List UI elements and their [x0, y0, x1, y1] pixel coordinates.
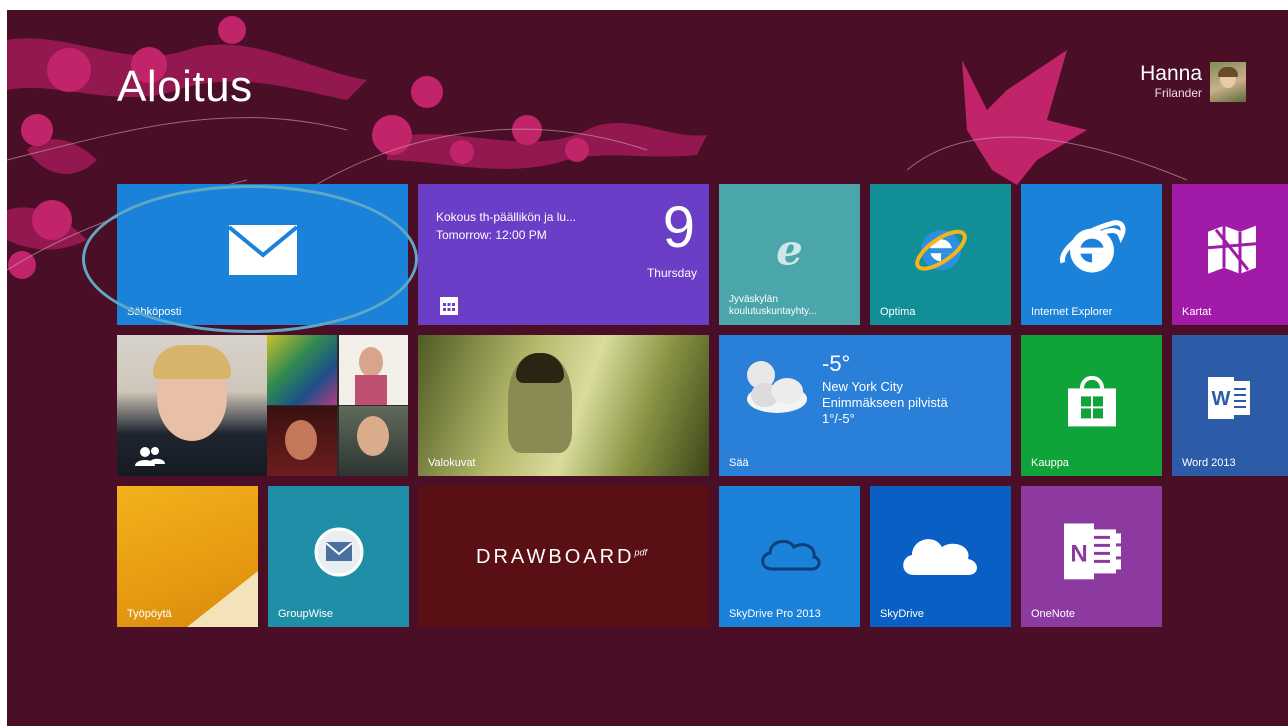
people-photo-man — [339, 406, 408, 476]
weather-range: 1°/-5° — [822, 411, 855, 426]
tile-label: Optima — [880, 306, 916, 318]
avatar[interactable] — [1210, 62, 1246, 102]
tile-label: Kartat — [1182, 306, 1212, 318]
people-photo-graffiti — [267, 335, 337, 405]
tile-weather[interactable]: -5° New York City Enimmäkseen pilvistä 1… — [719, 335, 1011, 476]
onenote-icon: N — [1063, 522, 1121, 579]
tile-label: Sää — [729, 457, 749, 469]
weather-city: New York City — [822, 379, 903, 394]
drawboard-logo-suffix: pdf — [634, 547, 647, 558]
tile-kartat[interactable]: Kartat — [1172, 184, 1288, 325]
photo-person — [508, 353, 572, 453]
cloud-sun-icon — [747, 361, 807, 413]
tile-jyvaskyla[interactable]: e Jyväskylän koulutuskuntayhty... — [719, 184, 860, 325]
weather-condition: Enimmäkseen pilvistä — [822, 395, 948, 410]
weather-temp: -5° — [822, 351, 851, 376]
tile-onenote[interactable]: N OneNote — [1021, 486, 1162, 627]
calendar-time: Tomorrow: 12:00 PM — [436, 228, 547, 242]
tile-optima[interactable]: Optima — [870, 184, 1011, 325]
calendar-event: Kokous th-päällikön ja lu... — [436, 210, 577, 224]
tile-skydrive[interactable]: SkyDrive — [870, 486, 1011, 627]
tile-people[interactable] — [117, 335, 408, 476]
ie-icon — [1059, 219, 1125, 273]
map-icon — [1207, 225, 1257, 274]
tile-mail[interactable]: Sähköposti — [117, 184, 408, 325]
tile-photos[interactable]: Valokuvat — [418, 335, 709, 476]
calendar-icon — [440, 297, 458, 315]
tile-label: GroupWise — [278, 608, 334, 620]
start-screen: Aloitus Hanna Frilander Sähköposti Kokou… — [7, 10, 1288, 726]
tile-word[interactable]: W Word 2013 — [1172, 335, 1288, 476]
user-account[interactable]: Hanna Frilander — [1140, 62, 1246, 102]
people-photo-woman — [339, 335, 408, 405]
tile-label: SkyDrive Pro 2013 — [729, 608, 821, 620]
skydrive-icon — [902, 538, 977, 575]
user-first-name: Hanna — [1140, 62, 1202, 85]
tile-internet-explorer[interactable]: Internet Explorer — [1021, 184, 1162, 325]
drawboard-logo-text: DRAWBOARD — [476, 546, 635, 568]
store-icon — [1067, 375, 1116, 426]
calendar-day-number: 9 — [662, 195, 695, 260]
calendar-weekday: Thursday — [646, 266, 697, 280]
tile-kauppa[interactable]: Kauppa — [1021, 335, 1162, 476]
tile-label: Valokuvat — [428, 457, 476, 469]
tile-label: Jyväskylän koulutuskuntayhty... — [729, 294, 817, 317]
svg-text:W: W — [1212, 388, 1231, 410]
mail-icon — [228, 224, 297, 275]
groupwise-icon — [314, 527, 363, 576]
word-icon: W — [1208, 377, 1250, 419]
tile-label: Word 2013 — [1182, 457, 1236, 469]
tile-drawboard[interactable]: DRAWBOARDpdf — [418, 486, 709, 627]
tile-label: OneNote — [1031, 608, 1076, 620]
tile-label: Työpöytä — [127, 608, 172, 620]
tile-groupwise[interactable]: GroupWise — [268, 486, 409, 627]
tile-calendar[interactable]: Kokous th-päällikön ja lu... Tomorrow: 1… — [418, 184, 709, 325]
desktop-wallpaper-shape — [187, 571, 258, 627]
ie-icon: e — [776, 225, 803, 275]
user-last-name: Frilander — [1154, 86, 1202, 100]
tile-label: SkyDrive — [880, 608, 925, 620]
ie-icon — [914, 229, 967, 271]
tile-label: Sähköposti — [127, 306, 182, 318]
tile-desktop[interactable]: Työpöytä — [117, 486, 258, 627]
drawboard-logo: DRAWBOARDpdf — [476, 546, 647, 569]
svg-text:N: N — [1070, 540, 1087, 567]
tile-label: Internet Explorer — [1031, 306, 1113, 318]
skydrive-icon — [760, 539, 820, 570]
page-title: Aloitus — [117, 62, 253, 111]
people-photo-red — [267, 406, 337, 476]
people-icon — [135, 447, 165, 466]
tile-label: Kauppa — [1031, 457, 1069, 469]
tile-skydrive-pro[interactable]: SkyDrive Pro 2013 — [719, 486, 860, 627]
